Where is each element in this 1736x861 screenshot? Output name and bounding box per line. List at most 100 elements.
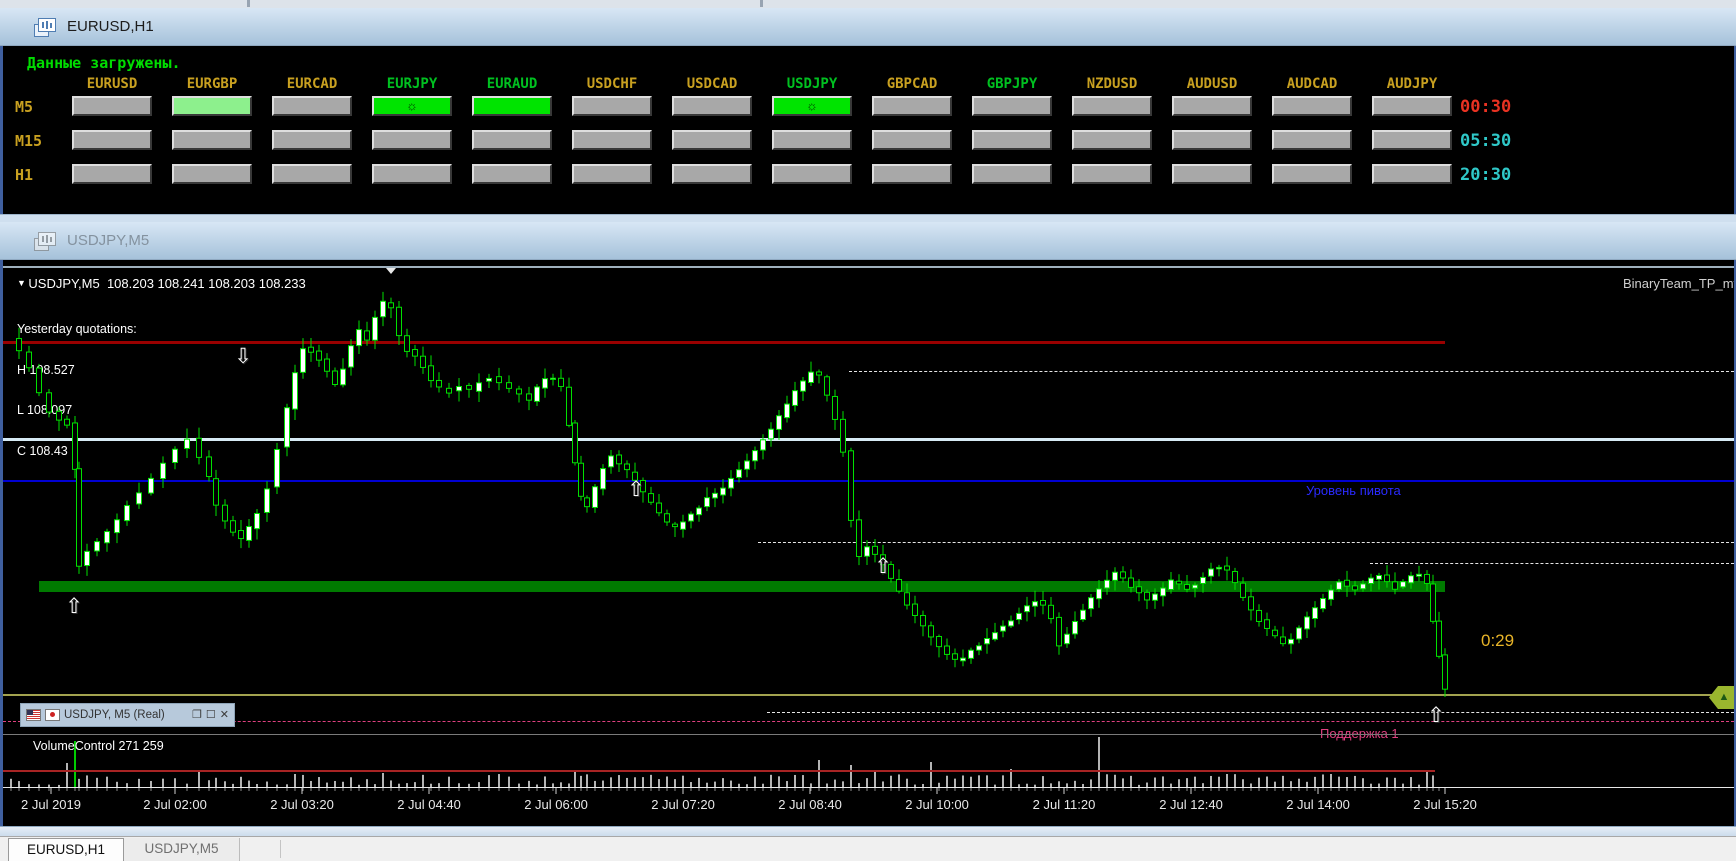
signal-cell-gbpcad-h1[interactable] [872, 164, 952, 184]
signal-cell-usdjpy-m15[interactable] [772, 130, 852, 150]
pair-header-audusd: AUDUSD [1172, 76, 1252, 92]
signal-cell-gbpjpy-m15[interactable] [972, 130, 1052, 150]
signal-cell-nzdusd-m5[interactable] [1072, 96, 1152, 116]
time-axis-label: 2 Jul 15:20 [1413, 797, 1477, 812]
pair-header-nzdusd: NZDUSD [1072, 76, 1152, 92]
chart-window-icon: M [34, 232, 56, 250]
pane-separator[interactable] [3, 734, 1736, 735]
pair-header-eurcad: EURCAD [272, 76, 352, 92]
pair-header-audjpy: AUDJPY [1372, 76, 1452, 92]
tab-eurusd-h1[interactable]: EURUSD,H1 [8, 838, 124, 861]
signal-cell-usdcad-h1[interactable] [672, 164, 752, 184]
signal-cell-usdchf-m5[interactable] [572, 96, 652, 116]
volume-indicator-label: VolumeControl 271 259 [33, 739, 164, 753]
signal-cell-nzdusd-m15[interactable] [1072, 130, 1152, 150]
close-icon[interactable]: ✕ [220, 709, 229, 721]
pair-header-usdcad: USDCAD [672, 76, 752, 92]
window2-titlebar[interactable]: M USDJPY,M5 [0, 222, 1736, 260]
expiry-timer-label: 0:29 [1481, 631, 1514, 651]
signal-cell-eurjpy-h1[interactable] [372, 164, 452, 184]
maximize-icon[interactable]: ☐ [206, 709, 216, 721]
usdjpy-m5-chart[interactable]: ▼ USDJPY,M5 108.203 108.241 108.203 108.… [0, 260, 1736, 826]
pair-header-eurusd: EURUSD [72, 76, 152, 92]
signal-cell-euraud-m5[interactable] [472, 96, 552, 116]
signal-cell-eurjpy-m15[interactable] [372, 130, 452, 150]
signal-arrow-up: ⇧ [1425, 703, 1447, 728]
window1-titlebar[interactable]: M EURUSD,H1 [0, 8, 1736, 46]
time-axis-label: 2 Jul 03:20 [270, 797, 334, 812]
signal-cell-eurcad-h1[interactable] [272, 164, 352, 184]
pair-header-euraud: EURAUD [472, 76, 552, 92]
mini-titlebar-label: USDJPY, M5 (Real) [64, 709, 188, 721]
signal-cell-eurgbp-h1[interactable] [172, 164, 252, 184]
signal-cell-audusd-h1[interactable] [1172, 164, 1252, 184]
chart-window-icon: M [34, 18, 56, 36]
volume-subwindow-plot [3, 737, 1736, 797]
signal-cell-usdcad-m5[interactable] [672, 96, 752, 116]
signal-cell-usdchf-h1[interactable] [572, 164, 652, 184]
signal-cell-usdjpy-h1[interactable] [772, 164, 852, 184]
signal-cell-usdcad-m15[interactable] [672, 130, 752, 150]
signal-cell-eurusd-h1[interactable] [72, 164, 152, 184]
time-axis-label: 2 Jul 12:40 [1159, 797, 1223, 812]
pair-header-usdchf: USDCHF [572, 76, 652, 92]
signal-cell-audjpy-m15[interactable] [1372, 130, 1452, 150]
signal-arrow-up: ⇧ [63, 594, 85, 619]
pair-header-eurjpy: EURJPY [372, 76, 452, 92]
time-axis-label: 2 Jul 11:20 [1033, 797, 1096, 812]
signal-arrow-up: ⇧ [625, 477, 647, 502]
time-axis-label: 2 Jul 2019 [21, 797, 81, 812]
signal-cell-gbpjpy-m5[interactable] [972, 96, 1052, 116]
pair-header-gbpjpy: GBPJPY [972, 76, 1052, 92]
signal-cell-gbpjpy-h1[interactable] [972, 164, 1052, 184]
chart-tabbar: EURUSD,H1 USDJPY,M5 [0, 836, 1736, 861]
jp-flag-icon [45, 709, 60, 721]
signal-cell-gbpcad-m15[interactable] [872, 130, 952, 150]
countdown-timer-h1: 20:30 [1460, 165, 1511, 185]
signal-cell-euraud-m15[interactable] [472, 130, 552, 150]
signal-cell-audcad-h1[interactable] [1272, 164, 1352, 184]
signal-cell-audjpy-m5[interactable] [1372, 96, 1452, 116]
signal-cell-audcad-m5[interactable] [1272, 96, 1352, 116]
signal-cell-eurjpy-m5[interactable]: ☼ [372, 96, 452, 116]
time-axis-label: 2 Jul 08:40 [778, 797, 842, 812]
signal-cell-nzdusd-h1[interactable] [1072, 164, 1152, 184]
pair-header-audcad: AUDCAD [1272, 76, 1352, 92]
signal-cell-eurgbp-m5[interactable] [172, 96, 252, 116]
candlestick-plot [3, 268, 1736, 728]
countdown-timer-m5: 00:30 [1460, 97, 1511, 117]
signal-cell-eurusd-m15[interactable] [72, 130, 152, 150]
signal-cell-eurcad-m15[interactable] [272, 130, 352, 150]
window-eurusd-h1: M EURUSD,H1 Данные загружены. EURUSDEURG… [0, 8, 1736, 214]
signal-matrix-panel: Данные загружены. EURUSDEURGBPEURCADEURJ… [0, 46, 1736, 214]
time-axis-label: 2 Jul 10:00 [905, 797, 969, 812]
signal-cell-audusd-m15[interactable] [1172, 130, 1252, 150]
timeframe-row-label-m5: M5 [15, 98, 33, 116]
signal-cell-audjpy-h1[interactable] [1372, 164, 1452, 184]
signal-cell-gbpcad-m5[interactable] [872, 96, 952, 116]
timeframe-row-label-h1: H1 [15, 166, 33, 184]
time-axis-label: 2 Jul 04:40 [397, 797, 461, 812]
pair-header-usdjpy: USDJPY [772, 76, 852, 92]
signal-cell-audusd-m5[interactable] [1172, 96, 1252, 116]
pair-header-eurgbp: EURGBP [172, 76, 252, 92]
signal-cell-usdchf-m15[interactable] [572, 130, 652, 150]
pair-header-gbpcad: GBPCAD [872, 76, 952, 92]
chart-shift-marker-icon[interactable] [386, 268, 396, 274]
signal-arrow-down: ⇩ [232, 344, 254, 369]
toolbar-remnant-tick [760, 0, 763, 7]
tab-usdjpy-m5[interactable]: USDJPY,M5 [124, 838, 240, 861]
signal-arrow-up: ⇧ [872, 554, 894, 579]
indicator-mini-titlebar[interactable]: USDJPY, M5 (Real) ❐ ☐ ✕ [20, 703, 235, 727]
window1-title: EURUSD,H1 [67, 18, 154, 35]
toolbar-remnant-tick [247, 0, 250, 7]
tabbar-edge [0, 838, 8, 861]
signal-cell-eurgbp-m15[interactable] [172, 130, 252, 150]
signal-cell-eurcad-m5[interactable] [272, 96, 352, 116]
signal-cell-euraud-h1[interactable] [472, 164, 552, 184]
restore-icon[interactable]: ❐ [192, 709, 202, 721]
signal-cell-audcad-m15[interactable] [1272, 130, 1352, 150]
signal-cell-usdjpy-m5[interactable]: ☼ [772, 96, 852, 116]
tabbar-divider [280, 840, 281, 858]
signal-cell-eurusd-m5[interactable] [72, 96, 152, 116]
